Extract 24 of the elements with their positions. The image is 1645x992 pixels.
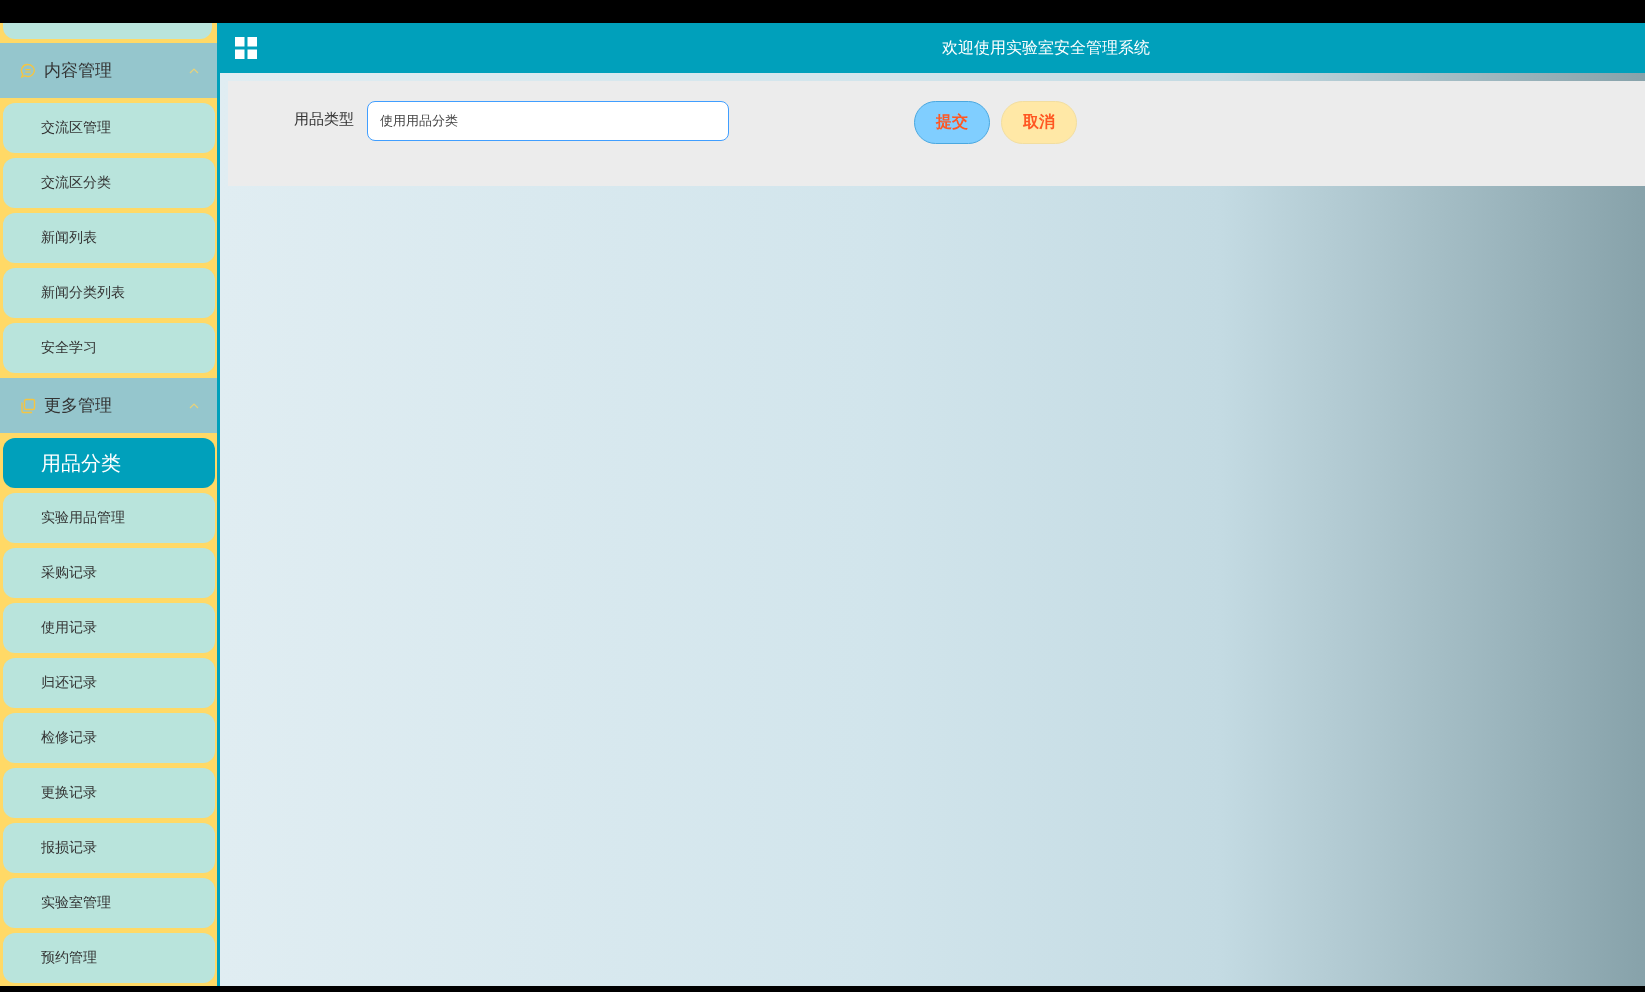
input-field[interactable]: 使用用品分类 xyxy=(367,101,729,141)
field-label: 用品类型 xyxy=(294,110,354,129)
menu-item[interactable]: 新闻列表 xyxy=(3,213,215,263)
menu-item[interactable]: 安全学习 xyxy=(3,323,215,373)
menu-group-header[interactable]: 更多管理 xyxy=(0,378,217,433)
menu-item[interactable]: 报损记录 xyxy=(3,823,215,873)
menu-group-header[interactable]: 内容管理 xyxy=(0,43,217,98)
menu-item[interactable]: 实验用品管理 xyxy=(3,493,215,543)
menu-item[interactable]: 归还记录 xyxy=(3,658,215,708)
menu-item[interactable]: 交流区管理 xyxy=(3,103,215,153)
grid-icon[interactable] xyxy=(235,37,257,59)
menu-item[interactable]: 预约管理 xyxy=(3,933,215,983)
menu-item[interactable]: 新闻分类列表 xyxy=(3,268,215,318)
menu-item[interactable]: 检修记录 xyxy=(3,713,215,763)
menu-item[interactable]: 采购记录 xyxy=(3,548,215,598)
header-title: 欢迎使用实验室安全管理系统 xyxy=(941,37,1151,59)
menu-item[interactable]: 交流区分类 xyxy=(3,158,215,208)
chevron-up-icon xyxy=(189,67,199,74)
copy-icon xyxy=(20,397,36,414)
menu-item[interactable]: 更换记录 xyxy=(3,768,215,818)
chevron-up-icon xyxy=(189,402,199,409)
menu-item[interactable]: 使用记录 xyxy=(3,603,215,653)
menu-item[interactable]: 实验室管理 xyxy=(3,878,215,928)
chat-bubble-icon xyxy=(20,62,36,79)
